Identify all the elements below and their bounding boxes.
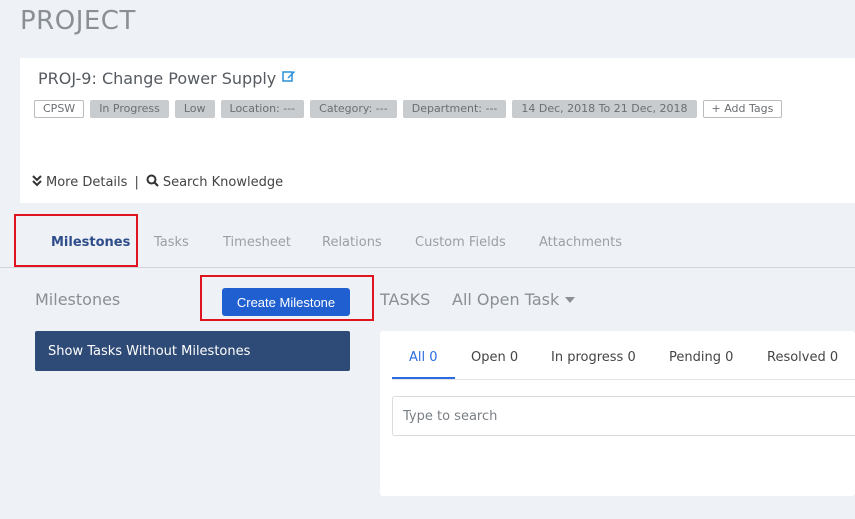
search-knowledge-link[interactable]: Search Knowledge [163, 175, 283, 190]
tag-location: Location: --- [220, 100, 305, 118]
link-separator: | [134, 175, 139, 190]
tag-category: Category: --- [310, 100, 397, 118]
page-title: PROJECT [20, 6, 136, 36]
add-tags-button[interactable]: + Add Tags [702, 100, 783, 118]
double-chevron-down-icon [32, 174, 42, 191]
caret-down-icon [565, 296, 576, 303]
tag-status: In Progress [90, 100, 169, 118]
task-filter-dropdown[interactable]: All Open Task [452, 290, 576, 309]
status-tab-resolved[interactable]: Resolved 0 [767, 350, 838, 365]
tab-timesheet[interactable]: Timesheet [223, 235, 291, 250]
status-tab-open[interactable]: Open 0 [471, 350, 518, 365]
task-filter-label: All Open Task [452, 290, 560, 309]
tag-list: CPSW In Progress Low Location: --- Categ… [34, 100, 788, 118]
highlight-box-milestones-tab [14, 214, 138, 267]
active-tab-indicator [392, 377, 455, 379]
tag-priority: Low [174, 100, 215, 118]
task-panel: All 0 Open 0 In progress 0 Pending 0 Res… [380, 331, 855, 496]
status-tab-all[interactable]: All 0 [409, 350, 438, 365]
project-name-text: PROJ-9: Change Power Supply [38, 69, 277, 88]
status-tab-pending[interactable]: Pending 0 [669, 350, 733, 365]
project-name: PROJ-9: Change Power Supply [38, 69, 296, 89]
status-tab-in-progress[interactable]: In progress 0 [551, 350, 636, 365]
tag-department: Department: --- [402, 100, 507, 118]
tab-attachments[interactable]: Attachments [539, 235, 622, 250]
tag-date-range: 14 Dec, 2018 To 21 Dec, 2018 [512, 100, 697, 118]
edit-icon[interactable] [282, 68, 296, 87]
tab-custom-fields[interactable]: Custom Fields [415, 235, 506, 250]
show-tasks-without-milestones-button[interactable]: Show Tasks Without Milestones [35, 331, 350, 371]
tab-relations[interactable]: Relations [322, 235, 382, 250]
milestones-heading: Milestones [35, 290, 121, 309]
task-search-input[interactable] [392, 396, 855, 436]
tasks-heading: TASKS [380, 290, 431, 309]
more-details-link[interactable]: More Details [46, 175, 127, 190]
highlight-box-create-milestone [200, 275, 374, 321]
project-header-card: PROJ-9: Change Power Supply CPSW In Prog… [20, 58, 855, 203]
status-tab-divider [392, 379, 855, 380]
tab-tasks[interactable]: Tasks [154, 235, 189, 250]
search-icon [146, 174, 159, 191]
header-links: More Details | Search Knowledge [32, 174, 283, 191]
tag-code: CPSW [34, 100, 85, 118]
